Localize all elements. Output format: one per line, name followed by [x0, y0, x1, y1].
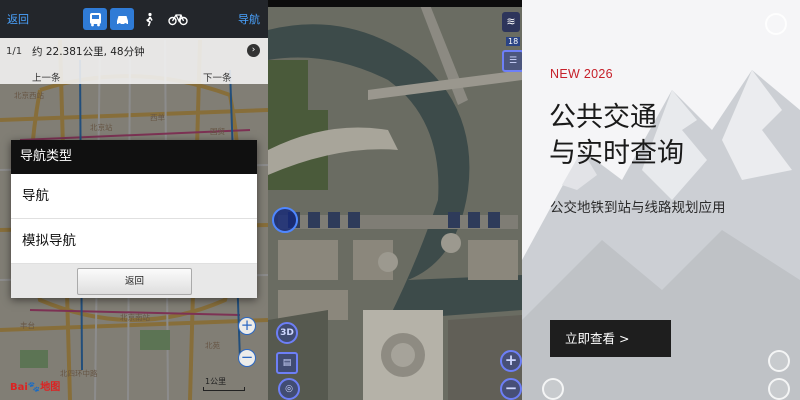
layers-toggle-icon[interactable]: ▤ — [276, 352, 298, 374]
map-label: 国贸 — [210, 127, 225, 136]
satellite-map[interactable] — [268, 0, 522, 400]
zoom-in-button[interactable]: + — [500, 350, 522, 372]
promo-tag: NEW 2026 — [550, 67, 613, 81]
map-label: 西单 — [150, 113, 165, 122]
zoom-in-ghost-icon — [768, 350, 790, 372]
dialog-option-navigate[interactable]: 导航 — [11, 174, 257, 219]
dialog-footer: 返回 — [11, 264, 257, 298]
transport-mode-group — [83, 8, 192, 30]
screenshot-root: 北京西站 西单 北京站 国贸 北京南站 北四环中路 北苑 丰台 返回 导航 1/… — [0, 0, 800, 400]
satellite-phone: ≋ 18 ☰ 3D ▤ ◎ + − — [268, 0, 522, 400]
back-button[interactable]: 返回 — [0, 11, 40, 27]
zoom-out-button[interactable]: − — [238, 349, 256, 367]
zoom-out-ghost-icon — [768, 378, 790, 400]
menu-icon[interactable]: ☰ — [502, 50, 522, 72]
chevron-right-icon[interactable]: › — [247, 44, 260, 57]
map-label: 丰台 — [20, 321, 35, 330]
nav-type-dialog: 导航类型 导航 模拟导航 返回 — [11, 140, 257, 298]
dialog-option-simulate[interactable]: 模拟导航 — [11, 219, 257, 264]
compass-icon[interactable]: ◎ — [278, 378, 300, 400]
threed-button[interactable]: 3D — [276, 322, 298, 344]
logo-suffix: 地图 — [40, 382, 61, 393]
dialog-title: 导航类型 — [11, 140, 257, 174]
promo-subtitle: 公交地铁到站与线路规划应用 — [550, 200, 726, 216]
scale-bar — [203, 387, 245, 391]
view-now-button[interactable]: 立即查看 > — [550, 320, 671, 357]
car-icon[interactable] — [110, 8, 134, 30]
compass-ghost-icon — [542, 378, 564, 400]
map-label: 北京南站 — [120, 313, 150, 322]
map-label: 北苑 — [205, 341, 220, 350]
location-icon[interactable] — [272, 207, 298, 233]
bus-icon[interactable] — [83, 8, 107, 30]
paw-icon: 🐾 — [27, 382, 41, 393]
map-label: 北京西站 — [14, 91, 44, 100]
layers-ghost-icon — [765, 13, 787, 35]
navigate-button[interactable]: 导航 — [238, 11, 268, 27]
zoom-level: 18 — [506, 37, 521, 46]
scale-label: 1公里 — [205, 377, 227, 386]
map-label: 北四环中路 — [60, 369, 98, 378]
next-route-button[interactable]: 下一条 — [203, 70, 232, 84]
zoom-out-button[interactable]: − — [500, 378, 522, 400]
map-toolbar: 返回 导航 — [0, 0, 268, 38]
map-label: 北京站 — [90, 123, 113, 132]
bike-icon[interactable] — [164, 8, 192, 30]
layers-icon[interactable]: ≋ — [502, 12, 520, 32]
prev-route-button[interactable]: 上一条 — [32, 70, 61, 84]
route-summary: 约 22.381公里, 48分钟 — [32, 46, 145, 58]
route-index: 1/1 — [6, 46, 23, 57]
promo-title: 公共交通 与实时查询 — [549, 100, 684, 172]
baidu-logo: Bai🐾地图 — [10, 378, 60, 393]
walk-icon[interactable] — [137, 8, 161, 30]
logo-text: Bai — [10, 382, 28, 393]
promo-title-line1: 公共交通 — [549, 102, 657, 133]
dialog-back-button[interactable]: 返回 — [77, 268, 192, 295]
map-phone: 北京西站 西单 北京站 国贸 北京南站 北四环中路 北苑 丰台 返回 导航 1/… — [0, 0, 268, 400]
zoom-in-button[interactable]: + — [238, 317, 256, 335]
promo-title-line2: 与实时查询 — [549, 138, 684, 169]
route-summary-bar: 1/1 约 22.381公里, 48分钟 › 上一条 下一条 — [0, 38, 268, 84]
promo-panel: NEW 2026 公共交通 与实时查询 公交地铁到站与线路规划应用 立即查看 > — [522, 0, 800, 400]
status-bar — [268, 0, 522, 7]
